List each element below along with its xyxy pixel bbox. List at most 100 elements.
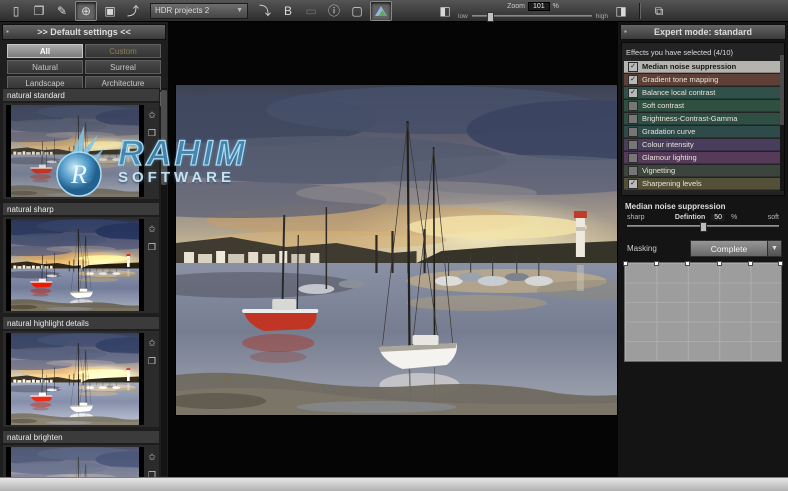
preset-item[interactable]: natural standard ✩ ❐ bbox=[2, 88, 160, 200]
effect-row[interactable]: ✓ Balance local contrast bbox=[624, 87, 782, 99]
crop-icon[interactable]: ⧉ bbox=[649, 2, 669, 20]
effects-scrollbar-thumb[interactable] bbox=[780, 55, 784, 125]
favorite-star-icon[interactable]: ✩ bbox=[148, 110, 156, 121]
batch-processing-icon[interactable]: B bbox=[278, 2, 298, 20]
copy-preset-icon[interactable]: ❐ bbox=[148, 242, 156, 253]
effect-row[interactable]: ✓ Sharpening levels bbox=[624, 178, 782, 190]
effect-row[interactable]: Vignetting bbox=[624, 165, 782, 177]
preset-item[interactable]: natural highlight details ✩ ❐ bbox=[2, 316, 160, 428]
expert-panel-header[interactable]: ▪ Expert mode: standard bbox=[620, 24, 786, 40]
effect-label: Soft contrast bbox=[642, 101, 685, 110]
effect-row[interactable]: Brightness-Contrast-Gamma bbox=[624, 113, 782, 125]
exposure-decrease-icon[interactable]: ◧ bbox=[435, 2, 455, 20]
open-projects-icon[interactable]: ❐ bbox=[29, 2, 49, 20]
effect-checkbox[interactable] bbox=[628, 152, 638, 163]
effect-label: Gradient tone mapping bbox=[642, 75, 719, 84]
copy-preset-icon[interactable]: ❐ bbox=[148, 356, 156, 367]
effect-checkbox[interactable]: ✓ bbox=[628, 178, 638, 189]
preset-label: natural highlight details bbox=[2, 316, 160, 330]
compare-view-icon[interactable]: ▭ bbox=[301, 2, 321, 20]
histogram-icon[interactable] bbox=[370, 0, 392, 21]
display-settings-icon[interactable]: ▢ bbox=[347, 2, 367, 20]
category-surreal[interactable]: Surreal bbox=[85, 60, 161, 74]
preset-thumbnail[interactable] bbox=[6, 447, 144, 478]
preset-thumbnail-area[interactable]: ✩ ❐ bbox=[2, 444, 160, 478]
preset-thumbnail-area[interactable]: ✩ ❐ bbox=[2, 216, 160, 314]
zoom-slider[interactable] bbox=[471, 12, 592, 22]
zoom-slider-handle[interactable] bbox=[487, 12, 495, 22]
slider-param-unit: % bbox=[731, 214, 738, 221]
mask-curve-point[interactable] bbox=[716, 261, 722, 266]
effect-label: Vignetting bbox=[642, 166, 676, 175]
effect-checkbox[interactable] bbox=[628, 139, 638, 150]
masking-label: Masking bbox=[627, 244, 657, 253]
sidebar-scrollbar[interactable] bbox=[161, 88, 167, 476]
preset-thumbnail[interactable] bbox=[6, 333, 144, 425]
favorite-star-icon[interactable]: ✩ bbox=[148, 338, 156, 349]
effects-scrollbar[interactable] bbox=[780, 55, 784, 191]
edit-tools-icon[interactable]: ✎ bbox=[52, 2, 72, 20]
zoom-value[interactable]: 101 bbox=[527, 1, 550, 11]
expert-panel-header-label: Expert mode: standard bbox=[653, 27, 753, 37]
category-natural[interactable]: Natural bbox=[7, 60, 83, 74]
favorite-star-icon[interactable]: ✩ bbox=[148, 452, 156, 463]
mask-curve-point[interactable] bbox=[778, 261, 783, 266]
preset-thumbnail-area[interactable]: ✩ ❐ bbox=[2, 102, 160, 200]
mask-curve-point[interactable] bbox=[747, 261, 753, 266]
copy-preset-icon[interactable]: ❐ bbox=[148, 128, 156, 139]
masking-dropdown[interactable]: Complete bbox=[690, 240, 768, 257]
effect-checkbox[interactable] bbox=[628, 100, 638, 111]
exposure-increase-icon[interactable]: ◨ bbox=[611, 2, 631, 20]
save-project-icon[interactable]: ▣ bbox=[100, 2, 120, 20]
effect-checkbox[interactable]: ✓ bbox=[628, 61, 638, 72]
masking-dropdown-arrow-icon[interactable]: ▼ bbox=[768, 240, 782, 257]
preset-thumbnail-area[interactable]: ✩ ❐ bbox=[2, 330, 160, 428]
effect-row[interactable]: ✓ Gradient tone mapping bbox=[624, 74, 782, 86]
slider-right-label: soft bbox=[767, 214, 779, 221]
definition-slider-block: sharp Defintion 50 % soft bbox=[627, 214, 779, 232]
import-project-icon[interactable]: ⤵ bbox=[255, 2, 275, 20]
sidebar-header[interactable]: ▪ >> Default settings << bbox=[2, 24, 166, 40]
preset-thumbnail[interactable] bbox=[6, 105, 144, 197]
info-icon[interactable]: ⓘ bbox=[324, 2, 344, 20]
effect-row[interactable]: Colour intensity bbox=[624, 139, 782, 151]
effect-row[interactable]: Glamour lighting bbox=[624, 152, 782, 164]
new-project-icon[interactable]: ▯ bbox=[6, 2, 26, 20]
project-selector-dropdown[interactable]: HDR projects 2 ▼ bbox=[150, 2, 248, 19]
category-all[interactable]: All bbox=[7, 44, 83, 58]
category-custom[interactable]: Custom bbox=[85, 44, 161, 58]
favorite-star-icon[interactable]: ✩ bbox=[148, 224, 156, 235]
export-project-icon[interactable]: ⤴ bbox=[123, 2, 143, 20]
toolbar-mid-icons: ⤵ B ▭ ⓘ ▢ bbox=[255, 0, 392, 21]
effect-checkbox[interactable] bbox=[628, 126, 638, 137]
harbor-photo bbox=[176, 85, 617, 415]
preset-item[interactable]: natural sharp ✩ ❐ bbox=[2, 202, 160, 314]
project-selector-label: HDR projects 2 bbox=[155, 6, 210, 15]
effect-row[interactable]: Gradation curve bbox=[624, 126, 782, 138]
harbor-photo bbox=[11, 333, 139, 425]
preset-label: natural standard bbox=[2, 88, 160, 102]
collapse-panel-icon[interactable]: ▪ bbox=[624, 27, 627, 36]
zoom-unit: % bbox=[552, 2, 559, 10]
web-browse-icon[interactable]: ⊕ bbox=[75, 0, 97, 21]
effect-checkbox[interactable]: ✓ bbox=[628, 74, 638, 85]
effect-checkbox[interactable] bbox=[628, 113, 638, 124]
masking-row: Masking Complete ▼ bbox=[627, 240, 782, 257]
mask-curve-point[interactable] bbox=[623, 261, 628, 266]
preset-item[interactable]: natural brighten ✩ ❐ bbox=[2, 430, 160, 478]
preset-sidebar: ▪ >> Default settings << All Custom Natura… bbox=[0, 22, 168, 478]
effect-checkbox[interactable]: ✓ bbox=[628, 87, 638, 98]
sidebar-scrollbar-thumb[interactable] bbox=[161, 90, 167, 185]
mask-curve-point[interactable] bbox=[654, 261, 660, 266]
zoom-label: Zoom bbox=[507, 2, 525, 10]
mask-curve-grid[interactable] bbox=[623, 261, 783, 362]
preset-thumbnail[interactable] bbox=[6, 219, 144, 311]
mask-curve-point[interactable] bbox=[685, 261, 691, 266]
effect-checkbox[interactable] bbox=[628, 165, 638, 176]
slider-param-value[interactable]: 50 bbox=[711, 214, 726, 221]
effect-row[interactable]: Soft contrast bbox=[624, 100, 782, 112]
effect-row[interactable]: ✓ Median noise suppression bbox=[624, 61, 782, 73]
definition-slider-handle[interactable] bbox=[700, 222, 707, 232]
collapse-panel-icon[interactable]: ▪ bbox=[6, 27, 9, 36]
effect-label: Gradation curve bbox=[642, 127, 696, 136]
